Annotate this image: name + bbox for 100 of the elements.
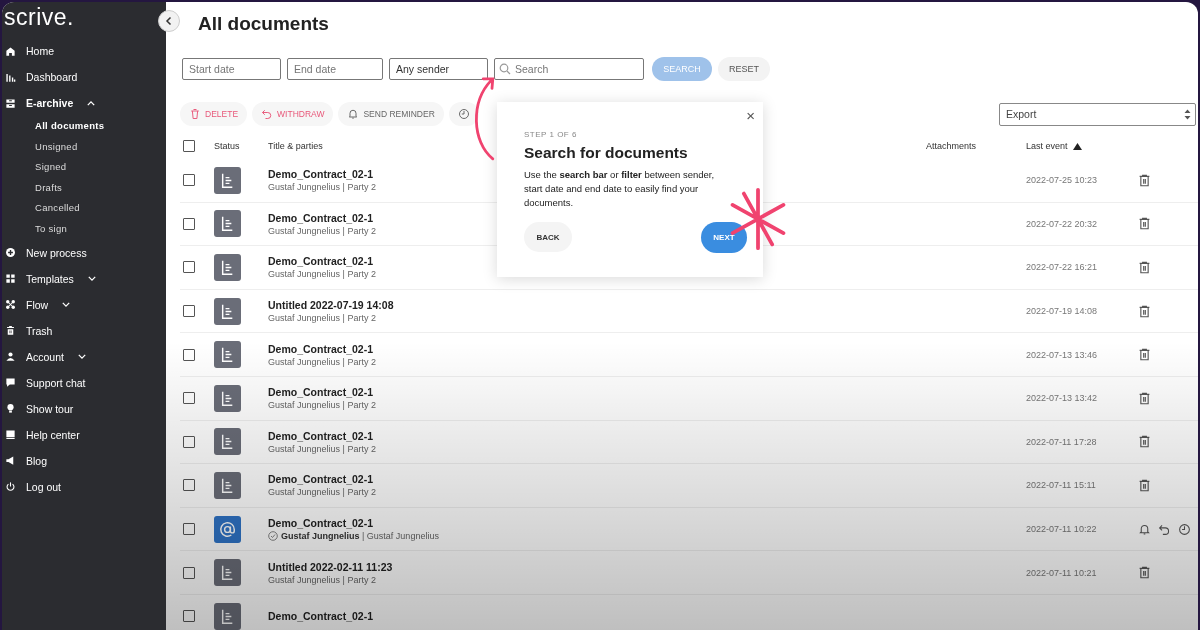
- document-title[interactable]: Demo_Contract_02-1: [268, 386, 374, 399]
- select-all-checkbox[interactable]: [183, 140, 195, 152]
- nav-subitem[interactable]: Drafts: [2, 177, 166, 199]
- sender-select[interactable]: Any sender: [389, 58, 488, 80]
- nav-item[interactable]: Support chat: [2, 369, 166, 396]
- nav-item[interactable]: Account: [2, 343, 166, 370]
- chat-icon: [5, 377, 16, 389]
- nav-subitem[interactable]: All documents: [2, 116, 166, 137]
- bell-icon: [347, 108, 360, 120]
- nav-item[interactable]: Dashboard: [2, 64, 166, 90]
- power-icon: [5, 481, 16, 493]
- back-button[interactable]: BACK: [524, 222, 572, 252]
- row-checkbox[interactable]: [183, 566, 195, 579]
- trash-icon[interactable]: [1138, 348, 1151, 362]
- trash-icon[interactable]: [1138, 304, 1151, 318]
- export-select[interactable]: Export: [999, 102, 1196, 126]
- row-checkbox[interactable]: [183, 174, 195, 187]
- start-date-field[interactable]: Start date: [182, 58, 281, 80]
- nav-item[interactable]: Templates: [2, 265, 166, 292]
- document-title[interactable]: Demo_Contract_02-1: [268, 255, 374, 268]
- document-title[interactable]: Demo_Contract_02-1: [268, 429, 374, 442]
- nav-label: Account: [26, 350, 64, 363]
- document-title[interactable]: Demo_Contract_02-1: [268, 342, 374, 355]
- trash-icon[interactable]: [1138, 173, 1151, 187]
- nav-label: Flow: [26, 298, 49, 311]
- last-event-cell-text: 2022-07-22 16:21: [1026, 262, 1099, 273]
- trash-icon[interactable]: [1138, 261, 1151, 274]
- book-icon: [5, 429, 16, 441]
- remind-button[interactable]: SEND REMINDER: [338, 102, 444, 126]
- parties-text: Gustaf Jungnelius | Party 2: [268, 225, 376, 236]
- nav-item[interactable]: Flow: [2, 291, 166, 318]
- row-checkbox[interactable]: [183, 435, 195, 448]
- last-event-cell-text: 2022-07-13 13:46: [1026, 349, 1099, 360]
- archive-icon: [5, 97, 16, 109]
- document-title[interactable]: Demo_Contract_02-1: [268, 517, 374, 530]
- collapse-button[interactable]: [158, 10, 180, 32]
- row-checkbox[interactable]: [183, 479, 195, 492]
- parties-text: Gustaf Jungnelius | Party 2: [268, 313, 376, 324]
- column-header[interactable]: Attachments: [926, 141, 1026, 151]
- parties-text: Gustaf Jungnelius | Party 2: [268, 400, 376, 411]
- plus-icon: [5, 247, 16, 259]
- document-title[interactable]: Demo_Contract_02-1: [268, 168, 374, 181]
- end-date-field[interactable]: End date: [287, 58, 383, 80]
- clock-icon[interactable]: [1178, 522, 1191, 536]
- nav-item[interactable]: Log out: [2, 473, 166, 500]
- document-title[interactable]: Demo_Contract_02-1: [268, 211, 374, 224]
- trash-icon[interactable]: [1138, 391, 1151, 405]
- last-event-cell-text: 2022-07-11 10:22: [1026, 524, 1098, 535]
- step-label: STEP 1 OF 6: [524, 130, 578, 139]
- bulb-icon: [5, 403, 16, 415]
- trash-icon[interactable]: [1138, 217, 1151, 231]
- row-checkbox[interactable]: [183, 348, 195, 361]
- document-title[interactable]: Demo_Contract_02-1: [268, 473, 374, 486]
- nav-item[interactable]: E-archive: [2, 90, 166, 116]
- home-icon: [5, 45, 16, 57]
- reset-button[interactable]: RESET: [718, 57, 770, 81]
- trash-icon[interactable]: [1138, 435, 1151, 449]
- last-event-cell-text: 2022-07-11 15:11: [1026, 480, 1097, 491]
- row-checkbox[interactable]: [183, 610, 195, 623]
- trash-icon[interactable]: [1138, 566, 1151, 580]
- column-header[interactable]: Last event: [1026, 141, 1128, 151]
- search-icon: [499, 63, 511, 75]
- close-button[interactable]: ×: [746, 107, 755, 124]
- parties-text: Gustaf Jungnelius | Party 2: [268, 356, 376, 367]
- tour-text: Use the search bar or filter between sender, start date and end date to easily find your documents.: [524, 168, 716, 210]
- row-checkbox[interactable]: [183, 261, 195, 274]
- nav-item[interactable]: New process: [2, 239, 166, 266]
- row-checkbox[interactable]: [183, 217, 195, 230]
- nav-label: Templates: [26, 272, 74, 285]
- nav-item[interactable]: Home: [2, 38, 166, 64]
- nav-item[interactable]: Show tour: [2, 395, 166, 422]
- nav-subitem[interactable]: Cancelled: [2, 198, 166, 219]
- search-field[interactable]: Search: [494, 58, 644, 80]
- trash-icon[interactable]: [1138, 478, 1151, 492]
- undo-icon[interactable]: [1158, 522, 1171, 536]
- nav-label: Blog: [26, 454, 47, 467]
- flow-icon: [5, 299, 16, 311]
- nav-label: Help center: [26, 428, 80, 441]
- row-checkbox[interactable]: [183, 305, 195, 318]
- grid-icon: [5, 273, 16, 285]
- row-checkbox[interactable]: [183, 523, 195, 536]
- undo-icon: [261, 108, 274, 120]
- nav-label: Trash: [26, 324, 53, 337]
- document-title[interactable]: Demo_Contract_02-1: [268, 610, 374, 623]
- document-title[interactable]: Untitled 2022-07-19 14:08: [268, 299, 394, 312]
- column-header[interactable]: Status: [214, 141, 268, 151]
- nav-subitem[interactable]: Unsigned: [2, 136, 166, 158]
- nav-item[interactable]: Blog: [2, 447, 166, 474]
- document-title[interactable]: Untitled 2022-02-11 11:23: [268, 560, 393, 573]
- nav-subitem[interactable]: Signed: [2, 157, 166, 178]
- parties-text: Gustaf Jungnelius | Party 2: [268, 269, 376, 280]
- extend-button[interactable]: [448, 102, 479, 126]
- row-checkbox[interactable]: [183, 392, 195, 405]
- nav-item[interactable]: Help center: [2, 421, 166, 448]
- nav-item[interactable]: Trash: [2, 317, 166, 344]
- tour-title: Search for documents: [524, 144, 689, 162]
- nav-label: Log out: [26, 480, 62, 493]
- nav-subitem[interactable]: To sign: [2, 218, 166, 240]
- nav-label: Support chat: [26, 376, 86, 389]
- bell-icon[interactable]: [1138, 522, 1151, 536]
